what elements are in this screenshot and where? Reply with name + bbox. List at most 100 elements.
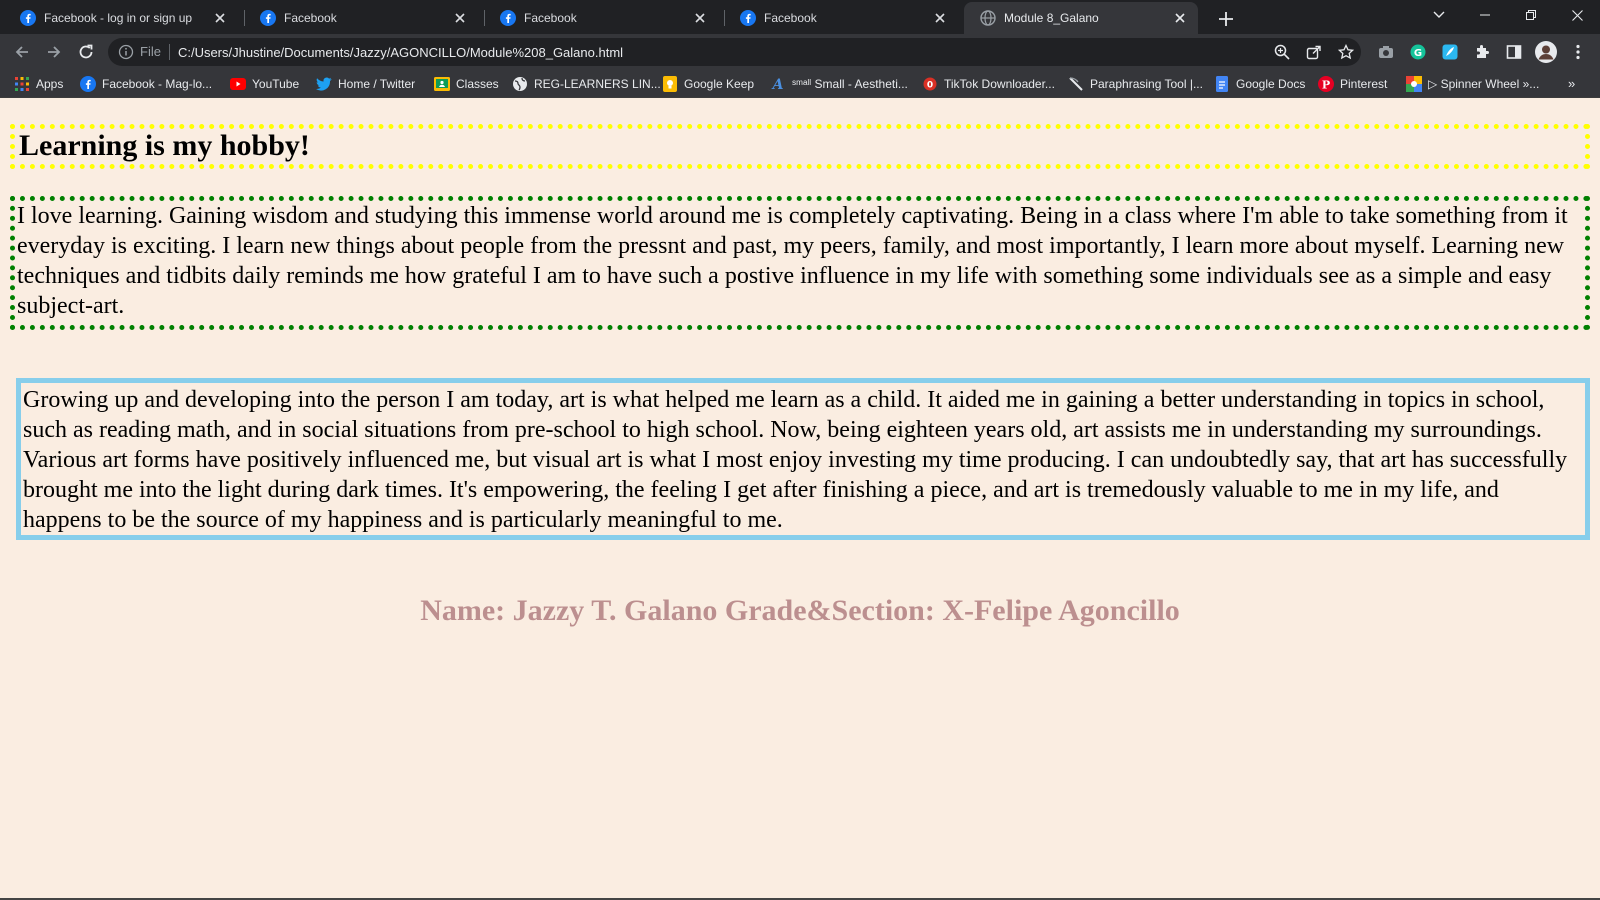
tab-title: Facebook <box>524 11 577 25</box>
close-tab-icon[interactable] <box>452 10 468 26</box>
bookmark-label: Paraphrasing Tool |... <box>1090 77 1203 91</box>
minimize-button[interactable] <box>1462 0 1508 30</box>
tab-title: Facebook <box>764 11 817 25</box>
font-a-icon: A <box>770 76 786 92</box>
grammar-extension-icon[interactable]: G <box>1406 40 1430 64</box>
close-tab-icon[interactable] <box>212 10 228 26</box>
close-window-button[interactable] <box>1554 0 1600 30</box>
page-heading: Learning is my hobby! <box>19 129 310 162</box>
bookmark-label: ▷ Spinner Wheel »... <box>1428 77 1540 91</box>
globe-icon <box>980 10 996 26</box>
bookmark-google-keep[interactable]: Google Keep <box>662 74 754 94</box>
minimize-icon <box>1480 14 1490 16</box>
restore-button[interactable] <box>1508 0 1554 30</box>
close-tab-icon[interactable] <box>932 10 948 26</box>
bookmark-label: Classes <box>456 77 499 91</box>
bookmarks-bar: Apps Facebook - Mag-lo... YouTube Home /… <box>0 70 1600 98</box>
bookmark-paraphrasing-tool[interactable]: Paraphrasing Tool |... <box>1068 74 1203 94</box>
apps-grid-icon <box>14 76 30 92</box>
tab-search-button[interactable] <box>1416 0 1462 30</box>
youtube-icon <box>230 76 246 92</box>
paragraph-2: Growing up and developing into the perso… <box>23 387 1568 533</box>
bookmark-label: TikTok Downloader... <box>944 77 1055 91</box>
svg-text:A: A <box>771 77 784 92</box>
arrow-left-icon <box>15 46 28 58</box>
paragraph-box-1: I love learning. Gaining wisdom and stud… <box>10 196 1590 330</box>
quill-icon <box>1068 76 1084 92</box>
docs-icon <box>1214 76 1230 92</box>
bookmark-star-icon[interactable] <box>1334 40 1358 64</box>
tab-facebook-2[interactable]: Facebook <box>244 2 478 34</box>
bookmark-youtube[interactable]: YouTube <box>230 74 299 94</box>
forward-button[interactable] <box>40 38 68 66</box>
feather-extension-icon[interactable] <box>1438 40 1462 64</box>
puzzle-extensions-icon[interactable] <box>1470 40 1494 64</box>
paragraph-1: I love learning. Gaining wisdom and stud… <box>17 203 1568 319</box>
tab-title: Facebook - log in or sign up <box>44 11 193 25</box>
menu-kebab-icon[interactable] <box>1566 40 1590 64</box>
tab-module-8[interactable]: Module 8_Galano <box>964 2 1198 34</box>
bookmark-spinner-wheel[interactable]: ▷ Spinner Wheel »... <box>1406 74 1539 94</box>
bookmark-twitter[interactable]: Home / Twitter <box>316 74 415 94</box>
new-tab-button[interactable] <box>1214 7 1238 31</box>
page-viewport: Learning is my hobby! I love learning. G… <box>0 98 1600 900</box>
bookmark-label: Facebook - Mag-lo... <box>102 77 213 91</box>
tab-facebook-4[interactable]: Facebook <box>724 2 958 34</box>
browser-toolbar: File C:/Users/Jhustine/Documents/Jazzy/A… <box>0 34 1600 70</box>
plus-icon <box>1219 12 1233 26</box>
bookmark-pinterest[interactable]: P Pinterest <box>1318 74 1387 94</box>
restore-icon <box>1526 10 1536 20</box>
bookmark-google-docs[interactable]: Google Docs <box>1214 74 1305 94</box>
close-icon <box>1571 9 1583 21</box>
address-bar[interactable]: File C:/Users/Jhustine/Documents/Jazzy/A… <box>108 38 1361 66</box>
classroom-icon <box>434 76 450 92</box>
bookmark-label: Apps <box>36 77 64 91</box>
bookmark-small-aesthetic[interactable]: A ˢᵐᵃˡˡ Small - Aestheti... <box>770 74 908 94</box>
close-tab-icon[interactable] <box>1172 10 1188 26</box>
bookmark-facebook[interactable]: Facebook - Mag-lo... <box>80 74 212 94</box>
facebook-icon <box>20 10 36 26</box>
bookmark-label: REG-LEARNERS LIN... <box>534 77 661 91</box>
bookmark-classes[interactable]: Classes <box>434 74 499 94</box>
zoom-icon[interactable] <box>1270 40 1294 64</box>
url-scheme-label: File <box>140 44 170 60</box>
student-info: Name: Jazzy T. Galano Grade&Section: X-F… <box>420 594 1180 627</box>
tab-facebook-login[interactable]: Facebook - log in or sign up <box>4 2 238 34</box>
pinterest-icon: P <box>1318 76 1334 92</box>
facebook-icon <box>740 10 756 26</box>
bookmark-label: Google Docs <box>1236 77 1306 91</box>
bookmark-reg-learners[interactable]: REG-LEARNERS LIN... <box>512 74 661 94</box>
info-icon[interactable] <box>118 44 134 60</box>
heading-box: Learning is my hobby! <box>10 124 1590 169</box>
facebook-icon <box>500 10 516 26</box>
bookmark-label: Pinterest <box>1340 77 1388 91</box>
keep-icon <box>662 76 678 92</box>
reload-icon <box>79 44 93 59</box>
arrow-right-icon <box>48 46 61 58</box>
bookmark-label: YouTube <box>252 77 300 91</box>
svg-text:0: 0 <box>927 81 933 91</box>
reload-button[interactable] <box>72 38 100 66</box>
bookmark-apps[interactable]: Apps <box>14 74 63 94</box>
bookmark-label: Google Keep <box>684 77 755 91</box>
url-text[interactable]: C:/Users/Jhustine/Documents/Jazzy/AGONCI… <box>178 45 623 60</box>
tab-strip: Facebook - log in or sign up Facebook Fa… <box>0 0 1600 34</box>
profile-avatar[interactable] <box>1534 40 1558 64</box>
tiktok-icon: 0 <box>922 76 938 92</box>
tab-facebook-3[interactable]: Facebook <box>484 2 718 34</box>
close-tab-icon[interactable] <box>692 10 708 26</box>
twitter-icon <box>316 76 332 92</box>
side-panel-icon[interactable] <box>1502 40 1526 64</box>
globe-icon <box>512 76 528 92</box>
bookmark-label: Home / Twitter <box>338 77 416 91</box>
more-bookmarks-button[interactable]: » <box>1568 76 1575 91</box>
paragraph-box-2: Growing up and developing into the perso… <box>16 378 1590 540</box>
chevron-down-icon <box>1433 11 1445 18</box>
camera-extension-icon[interactable] <box>1374 40 1398 64</box>
back-button[interactable] <box>8 38 36 66</box>
facebook-icon <box>80 76 96 92</box>
tab-title: Module 8_Galano <box>1004 11 1099 25</box>
tab-title: Facebook <box>284 11 337 25</box>
bookmark-tiktok-downloader[interactable]: 0 TikTok Downloader... <box>922 74 1055 94</box>
share-icon[interactable] <box>1302 40 1326 64</box>
